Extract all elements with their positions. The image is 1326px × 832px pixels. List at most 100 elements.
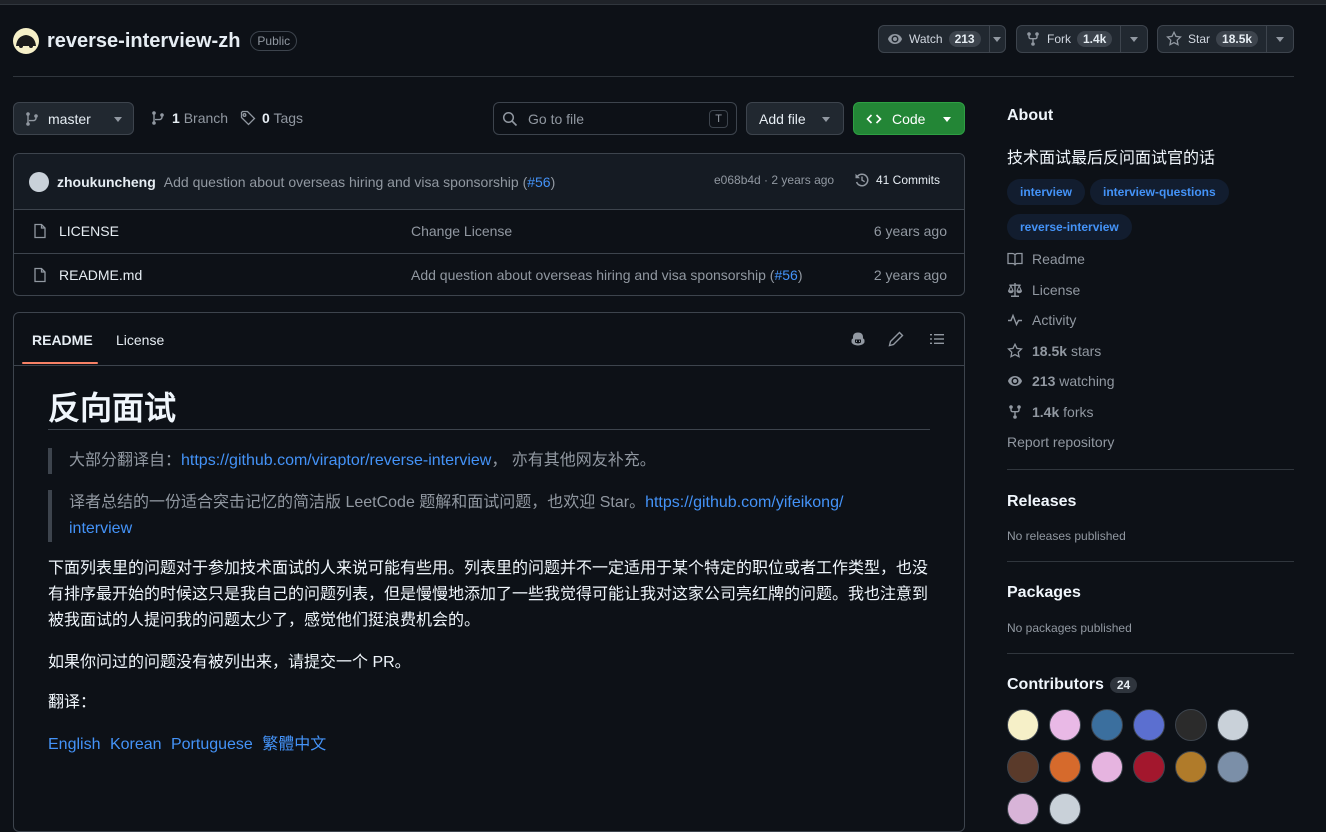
star-icon (1007, 343, 1023, 358)
contributor-avatar[interactable] (1133, 709, 1165, 741)
tab-readme[interactable]: README (32, 332, 93, 348)
branches-link[interactable]: 1 Branch (150, 110, 228, 126)
list-icon[interactable] (929, 331, 945, 347)
tags-link[interactable]: 0 Tags (240, 110, 303, 126)
commit-pr-link[interactable]: #56 (527, 174, 550, 190)
commit-author[interactable]: zhoukuncheng (57, 174, 156, 190)
readme-content: 反向面试 大部分翻译自：https://github.com/viraptor/… (48, 383, 930, 758)
readme-panel: README License 反向面试 大部分翻译自：https://githu… (13, 312, 965, 832)
star-count: 18.5k (1216, 31, 1259, 47)
about-heading: About (1007, 107, 1054, 124)
contributors-heading[interactable]: Contributors 24 (1007, 676, 1138, 694)
interview-repo-link[interactable]: https://github.com/yifeikong/ (645, 494, 843, 511)
watch-dropdown[interactable] (988, 26, 1005, 52)
book-icon (1007, 252, 1023, 266)
fork-icon (1009, 405, 1021, 419)
file-row-license[interactable]: LICENSE Change License 6 years ago (14, 210, 964, 254)
contributor-avatar[interactable] (1217, 709, 1249, 741)
contributor-avatar[interactable] (1091, 751, 1123, 783)
commit-message[interactable]: Add question about overseas hiring and v… (164, 174, 555, 190)
latest-commit-row: zhoukuncheng Add question about overseas… (14, 154, 964, 210)
contributor-avatar[interactable] (1217, 751, 1249, 783)
code-label: Code (892, 110, 926, 127)
commit-author-avatar[interactable] (29, 171, 49, 192)
search-shortcut-hint: T (709, 109, 728, 128)
forks-link[interactable]: 1.4k forks (1007, 404, 1093, 420)
commits-link[interactable]: 41 Commits (854, 172, 940, 188)
quote-source-suffix: ， 亦有其他网友补充。 (491, 452, 656, 469)
header-divider (13, 76, 1294, 77)
commit-message-text: Add question about overseas hiring and v… (163, 173, 528, 190)
lang-link-english[interactable]: English (48, 736, 100, 753)
file-pr-link[interactable]: #56 (774, 267, 797, 283)
file-name[interactable]: LICENSE (59, 223, 119, 239)
report-repository-link[interactable]: Report repository (1007, 434, 1114, 450)
triangle-down-icon (943, 116, 951, 122)
activity-link[interactable]: Activity (1007, 312, 1076, 328)
readme-link[interactable]: Readme (1007, 251, 1085, 267)
file-commit-message[interactable]: Add question about overseas hiring and v… (411, 267, 802, 283)
sidebar-divider (1007, 561, 1294, 562)
go-to-file-input[interactable]: Go to file T (493, 102, 737, 135)
add-file-button[interactable]: Add file (746, 102, 844, 135)
copilot-icon[interactable] (850, 331, 866, 347)
readme-tabs: README License (14, 313, 964, 366)
interview-repo-link-cont[interactable]: interview (69, 520, 132, 537)
commit-hash-time[interactable]: e068b4d · 2 years ago (714, 173, 834, 187)
stars-link[interactable]: 18.5k stars (1007, 343, 1101, 359)
triangle-down-icon (114, 116, 122, 122)
watch-button[interactable]: Watch 213 (878, 25, 1006, 53)
contributor-avatar[interactable] (1007, 793, 1039, 825)
contributor-avatar[interactable] (1175, 751, 1207, 783)
topic-tag[interactable]: interview-questions (1090, 179, 1229, 205)
fork-icon (1027, 32, 1039, 46)
triangle-down-icon (1130, 37, 1139, 42)
quote-translator: 译者总结的一份适合突击记忆的简洁版 LeetCode 题解和面试问题，也欢迎 S… (48, 490, 930, 542)
watching-link[interactable]: 213 watching (1007, 373, 1115, 389)
lang-link-korean[interactable]: Korean (110, 736, 162, 753)
packages-heading[interactable]: Packages (1007, 584, 1081, 602)
triangle-down-icon (1276, 37, 1285, 42)
contributor-avatar[interactable] (1049, 793, 1081, 825)
pencil-icon[interactable] (888, 331, 904, 347)
license-link-label: License (1032, 282, 1081, 298)
owner-avatar[interactable] (13, 28, 39, 54)
file-row-readme[interactable]: README.md Add question about overseas hi… (14, 254, 964, 295)
contributor-avatar[interactable] (1049, 709, 1081, 741)
contributor-avatar[interactable] (1007, 751, 1039, 783)
git-branch-icon (152, 111, 164, 125)
contributor-avatar[interactable] (1175, 709, 1207, 741)
contributor-avatar[interactable] (1091, 709, 1123, 741)
fork-dropdown[interactable] (1120, 26, 1147, 52)
lang-link-portuguese[interactable]: Portuguese (171, 736, 253, 753)
fork-button[interactable]: Fork 1.4k (1016, 25, 1148, 53)
eye-icon (888, 34, 902, 44)
file-icon (34, 223, 46, 239)
packages-note: No packages published (1007, 621, 1132, 635)
star-button[interactable]: Star 18.5k (1157, 25, 1294, 53)
code-button[interactable]: Code (853, 102, 965, 135)
readme-link-label: Readme (1032, 251, 1085, 267)
tab-license[interactable]: License (116, 332, 164, 348)
file-commit-message[interactable]: Change License (411, 223, 512, 239)
contributor-avatar[interactable] (1049, 751, 1081, 783)
contributors-title: Contributors (1007, 676, 1104, 693)
releases-heading[interactable]: Releases (1007, 493, 1076, 511)
contributor-avatar[interactable] (1007, 709, 1039, 741)
repo-name[interactable]: reverse-interview-zh (47, 30, 240, 53)
license-link[interactable]: License (1007, 282, 1080, 298)
topic-tag[interactable]: reverse-interview (1007, 214, 1132, 240)
visibility-badge: Public (250, 31, 298, 51)
source-repo-link[interactable]: https://github.com/viraptor/reverse-inte… (181, 452, 491, 469)
file-name[interactable]: README.md (59, 267, 142, 283)
lang-link-traditional-chinese[interactable]: 繁體中文 (262, 736, 326, 753)
topic-tag[interactable]: interview (1007, 179, 1086, 205)
contributor-avatar[interactable] (1133, 751, 1165, 783)
star-dropdown[interactable] (1266, 26, 1293, 52)
eye-icon (1008, 376, 1022, 386)
branches-count: 1 (172, 110, 180, 126)
pulse-icon (1008, 313, 1022, 327)
repo-description: 技术面试最后反问面试官的话 (1007, 150, 1216, 167)
forks-count: 1.4k (1032, 404, 1060, 420)
branch-select-button[interactable]: master (13, 102, 134, 135)
